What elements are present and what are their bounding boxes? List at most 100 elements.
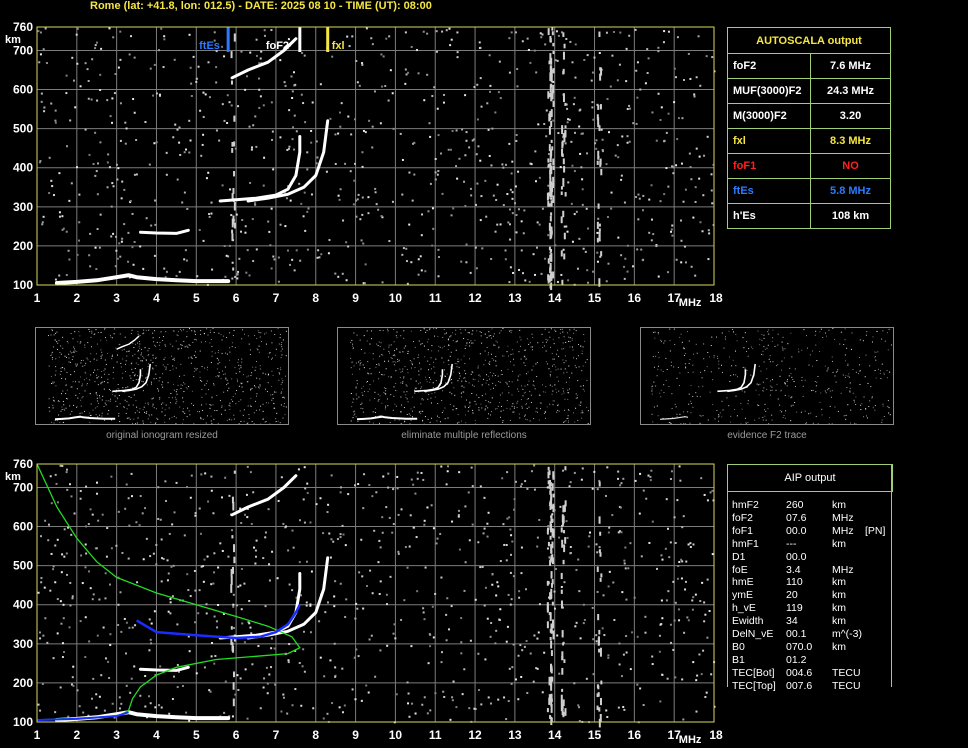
x-axis-unit: MHz (679, 734, 702, 746)
aip-unit: MHz (832, 511, 854, 524)
autoscala-value: NO (810, 153, 891, 179)
autoscala-label: foF1 (727, 153, 811, 179)
y-tick-label: 600 (13, 83, 33, 97)
x-tick-label: 10 (389, 291, 403, 305)
x-tick-label: 7 (273, 291, 280, 305)
aip-unit: TECU (832, 679, 861, 692)
y-tick-label: 760 (13, 457, 33, 471)
x-tick-label: 8 (312, 291, 319, 305)
aip-value: 007.6 (786, 679, 813, 692)
aip-name: D1 (732, 550, 746, 563)
interference-streak (230, 33, 236, 271)
x-tick-label: 3 (113, 728, 120, 742)
x-tick-label: 18 (709, 728, 723, 742)
autoscala-row: fxl 8.3 MHz (727, 128, 891, 154)
autoscala-row: ftEs 5.8 MHz (727, 178, 891, 204)
aip-title: AIP output (727, 464, 893, 492)
aip-unit: km (832, 615, 846, 628)
thumbnail-noise (651, 328, 892, 425)
aip-unit: km (832, 537, 846, 550)
x-tick-label: 4 (153, 728, 160, 742)
x-tick-label: 16 (628, 728, 642, 742)
aip-name: foF2 (732, 511, 754, 524)
aip-value: 260 (786, 499, 804, 511)
aip-unit: TECU (832, 666, 861, 679)
autoscala-value: 3.20 (810, 103, 891, 129)
aip-unit: km (832, 576, 846, 589)
x-tick-label: 1 (34, 728, 41, 742)
y-tick-label: 400 (13, 598, 33, 612)
x-tick-label: 2 (73, 291, 80, 305)
x-tick-label: 12 (468, 728, 482, 742)
aip-value: 00.0 (786, 524, 807, 537)
aip-name: DelN_vE (732, 628, 774, 640)
y-axis-unit: km (5, 471, 21, 483)
autoscala-row: foF2 7.6 MHz (727, 53, 891, 79)
thumbnail-f2-trace (717, 369, 747, 393)
aip-unit: km (832, 602, 846, 615)
thumbnail-evidence-f2 (640, 327, 894, 425)
thumbnail-f2-trace (414, 369, 444, 393)
x-tick-label: 15 (588, 728, 602, 742)
x-tick-label: 11 (429, 728, 442, 742)
thumbnail-es-trace (659, 416, 689, 420)
autoscala-label: foF2 (727, 53, 811, 79)
x-tick-label: 6 (233, 291, 240, 305)
thumbnail-caption: original ionogram resized (106, 430, 218, 441)
y-tick-label: 100 (13, 715, 33, 729)
marker-label-fxl: fxl (332, 40, 345, 52)
x-tick-label: 6 (233, 728, 240, 742)
aip-unit: MHz (832, 524, 854, 537)
thumbnail-caption: eliminate multiple reflections (401, 430, 527, 441)
interference-streak (596, 31, 603, 287)
autoscala-value: 8.3 MHz (810, 128, 891, 154)
aip-name: foE (732, 563, 748, 576)
noise-dots (37, 27, 716, 286)
autoscala-label: ftEs (727, 178, 811, 204)
y-tick-label: 200 (13, 239, 33, 253)
noise-dots (37, 464, 716, 724)
x-tick-label: 5 (193, 291, 200, 305)
y-tick-label: 500 (13, 122, 33, 136)
autoscala-label: h'Es (727, 203, 811, 229)
x-axis-unit: MHz (679, 297, 702, 309)
interference-streak (560, 32, 567, 286)
y-tick-label: 300 (13, 637, 33, 651)
x-tick-label: 8 (312, 728, 319, 742)
x-tick-label: 2 (73, 728, 80, 742)
autoscala-row: h'Es 108 km (727, 203, 891, 229)
aip-name: TEC[Top] (732, 679, 776, 692)
aip-unit: m^(-3) (832, 628, 863, 640)
thumbnail-eliminate-multiple (337, 327, 591, 425)
y-tick-label: 600 (13, 520, 33, 534)
thumbnail-noise (350, 328, 589, 425)
x-tick-label: 4 (153, 291, 160, 305)
interference-streak (560, 466, 567, 718)
aip-value: 34 (786, 615, 798, 628)
aip-extra: [PN] (865, 524, 886, 537)
x-tick-label: 9 (352, 291, 359, 305)
x-tick-label: 10 (389, 728, 403, 742)
es-multiple-trace (139, 665, 190, 672)
x-tick-label: 5 (193, 728, 200, 742)
aip-name: ymE (732, 589, 753, 602)
aip-value: 07.6 (786, 511, 807, 524)
aip-name: Ewidth (732, 615, 764, 628)
x-tick-label: 11 (429, 291, 442, 305)
aip-value: 3.4 (786, 563, 801, 576)
aip-name: hmE (732, 576, 754, 589)
es-trace (54, 273, 231, 285)
y-axis-unit: km (5, 34, 21, 46)
x-tick-label: 12 (468, 291, 482, 305)
f2-multiple-trace (230, 474, 298, 517)
x-tick-label: 14 (548, 291, 562, 305)
thumbnail-es-trace (356, 415, 418, 421)
autoscala-row: foF1 NO (727, 153, 891, 179)
thumbnail-noise (48, 328, 287, 425)
thumbnail-multiple-trace (116, 335, 140, 350)
aip-name: B1 (732, 653, 745, 666)
x-tick-label: 16 (628, 291, 642, 305)
x-tick-label: 15 (588, 291, 602, 305)
aip-value: 119 (786, 602, 803, 615)
x-tick-label: 1 (34, 291, 41, 305)
